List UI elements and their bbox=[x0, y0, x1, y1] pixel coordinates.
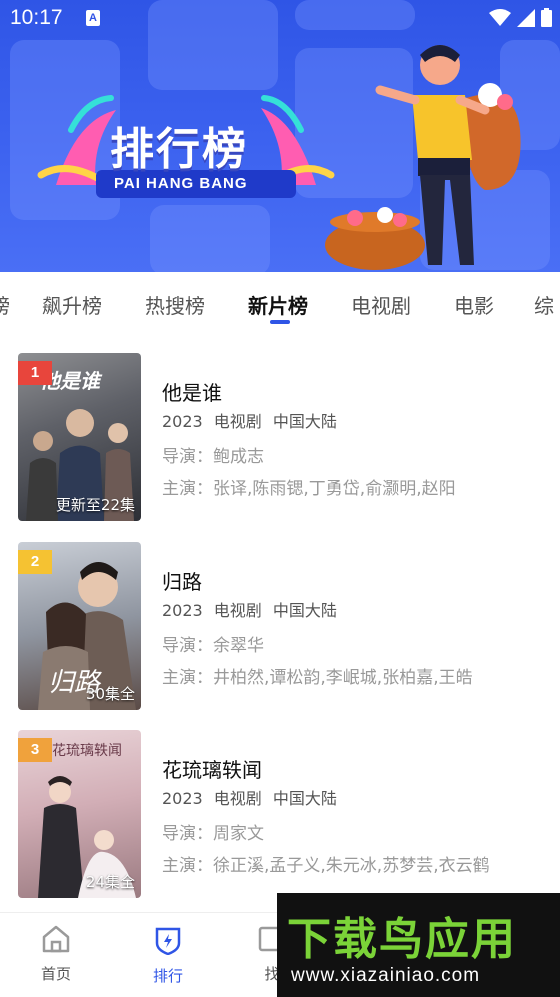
site-watermark: 下载鸟应用 www.xiazainiao.com bbox=[277, 893, 560, 997]
system-icons bbox=[489, 8, 552, 27]
nav-home-label: 首页 bbox=[40, 965, 71, 983]
tab-active-indicator bbox=[270, 320, 290, 324]
list-item[interactable]: 花琉璃轶闻 3 24集全 花琉璃轶闻 2023 电视剧 中国大陆 导演：周家文 … bbox=[0, 730, 560, 900]
episode-status: 更新至22集 bbox=[55, 496, 135, 514]
wifi-icon bbox=[489, 8, 511, 26]
tab-partial-left[interactable]: 榜 bbox=[0, 290, 10, 319]
show-cast: 主演：徐正溪,孟子义,朱元冰,苏梦芸,衣云鹤 bbox=[162, 856, 490, 876]
tab-new-releases[interactable]: 新片榜 bbox=[248, 290, 308, 319]
rank-badge: 2 bbox=[18, 550, 52, 574]
show-cast: 主演：张译,陈雨锶,丁勇岱,俞灏明,赵阳 bbox=[162, 479, 456, 499]
ranking-tabs: 榜 飙升榜 热搜榜 新片榜 电视剧 电影 综 bbox=[0, 272, 560, 332]
rank-badge: 3 bbox=[18, 738, 52, 762]
rank-badge: 1 bbox=[18, 361, 52, 385]
show-cast: 主演：井柏然,谭松韵,李岷城,张柏嘉,王皓 bbox=[162, 668, 473, 688]
tab-hot-search[interactable]: 热搜榜 bbox=[145, 290, 205, 319]
show-director: 导演：余翠华 bbox=[162, 636, 264, 656]
ranking-shield-icon bbox=[155, 927, 181, 956]
ranking-banner: 10:17 A 排行榜 PAI HANG BANG bbox=[0, 0, 560, 272]
banner-subtitle: PAI HANG BANG bbox=[114, 175, 248, 192]
list-item[interactable]: 归路 2 30集全 归路 2023 电视剧 中国大陆 导演：余翠华 主演：井柏然… bbox=[0, 542, 560, 712]
tab-movies[interactable]: 电影 bbox=[454, 290, 494, 319]
watermark-url-text: www.xiazainiao.com bbox=[291, 965, 481, 986]
tab-variety-partial[interactable]: 综 bbox=[534, 290, 554, 319]
home-icon bbox=[42, 925, 70, 953]
a-notification-icon: A bbox=[86, 10, 100, 26]
episode-status: 24集全 bbox=[85, 873, 135, 891]
person-illustration-icon bbox=[325, 45, 521, 270]
poster-image[interactable]: 他是谁 1 更新至22集 bbox=[18, 353, 141, 521]
nav-ranking[interactable]: 排行 bbox=[138, 925, 198, 986]
status-bar: 10:17 A bbox=[0, 0, 560, 38]
tab-rising[interactable]: 飙升榜 bbox=[42, 290, 102, 319]
nav-home[interactable]: 首页 bbox=[26, 925, 86, 984]
show-title[interactable]: 归路 bbox=[162, 566, 202, 595]
nav-ranking-label: 排行 bbox=[152, 967, 183, 985]
battery-icon bbox=[541, 8, 552, 27]
show-title[interactable]: 他是谁 bbox=[162, 377, 222, 406]
tab-tv-series[interactable]: 电视剧 bbox=[351, 290, 411, 319]
list-item[interactable]: 他是谁 1 更新至22集 他是谁 2023 电视剧 中国大陆 导演：鲍成志 主演… bbox=[0, 353, 560, 523]
banner-title: 排行榜 bbox=[110, 124, 248, 175]
poster-title-text: 花琉璃轶闻 bbox=[52, 743, 122, 759]
banner-bg-tile bbox=[150, 205, 270, 272]
episode-status: 30集全 bbox=[85, 685, 135, 703]
poster-image[interactable]: 花琉璃轶闻 3 24集全 bbox=[18, 730, 141, 898]
status-time: 10:17 bbox=[10, 6, 63, 29]
show-title[interactable]: 花琉璃轶闻 bbox=[162, 754, 262, 783]
signal-icon bbox=[517, 8, 535, 27]
show-meta: 2023 电视剧 中国大陆 bbox=[162, 412, 337, 431]
show-director: 导演：鲍成志 bbox=[162, 447, 264, 467]
show-director: 导演：周家文 bbox=[162, 824, 264, 844]
show-meta: 2023 电视剧 中国大陆 bbox=[162, 789, 337, 808]
watermark-cn-text: 下载鸟应用 bbox=[287, 914, 517, 965]
show-meta: 2023 电视剧 中国大陆 bbox=[162, 601, 337, 620]
poster-image[interactable]: 归路 2 30集全 bbox=[18, 542, 141, 710]
